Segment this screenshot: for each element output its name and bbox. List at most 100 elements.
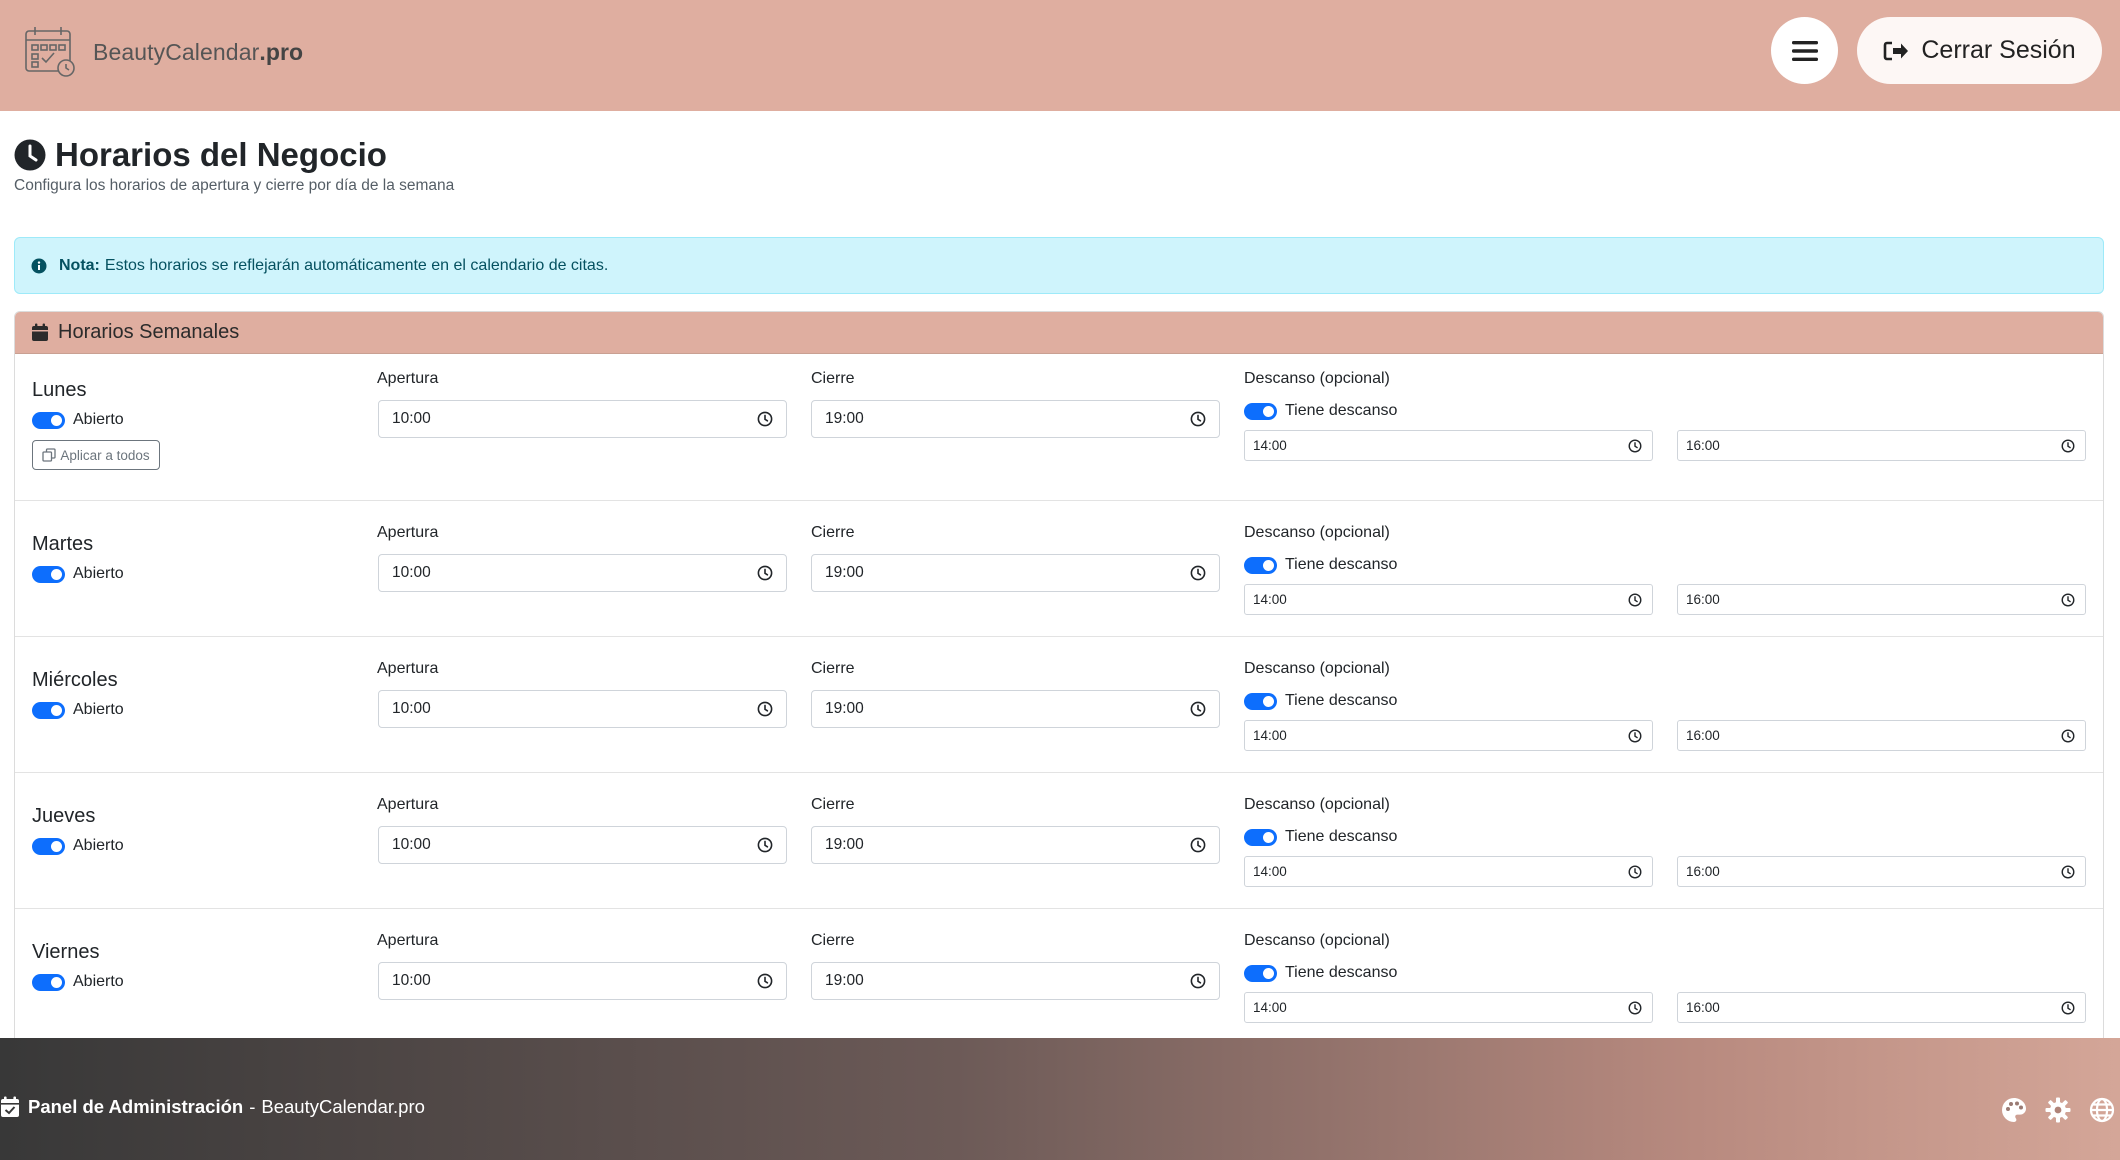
- open-toggle[interactable]: Abierto: [32, 973, 124, 991]
- clock-outline-icon: [757, 973, 773, 989]
- alert-label: Nota:: [59, 256, 100, 274]
- open-toggle[interactable]: Abierto: [32, 837, 124, 855]
- clock-outline-icon: [2061, 865, 2075, 878]
- break-label: Descanso (opcional): [1244, 796, 1390, 813]
- closing-time-value: 19:00: [825, 836, 864, 853]
- open-switch[interactable]: [32, 973, 65, 991]
- opening-time-value: 10:00: [392, 410, 431, 427]
- closing-time-input[interactable]: 19:00: [811, 962, 1220, 1000]
- break-label: Descanso (opcional): [1244, 370, 1390, 387]
- open-switch[interactable]: [32, 837, 65, 855]
- break-start-input[interactable]: 14:00: [1244, 720, 1653, 751]
- break-start-input[interactable]: 14:00: [1244, 856, 1653, 887]
- top-navbar: BeautyCalendar.pro Cerrar Sesión: [0, 0, 2120, 111]
- break-switch[interactable]: [1244, 964, 1277, 982]
- hamburger-menu-button[interactable]: [1771, 17, 1838, 84]
- page-title-text: Horarios del Negocio: [55, 136, 387, 173]
- gear-icon[interactable]: [2044, 1096, 2072, 1124]
- brand[interactable]: BeautyCalendar.pro: [24, 22, 303, 82]
- break-toggle[interactable]: Tiene descanso: [1244, 964, 1397, 982]
- opening-label: Apertura: [377, 796, 439, 813]
- card-header: Horarios Semanales: [15, 312, 2103, 354]
- break-switch[interactable]: [1244, 402, 1277, 420]
- alert-text: Estos horarios se reflejarán automáticam…: [104, 256, 609, 274]
- break-label: Descanso (opcional): [1244, 524, 1390, 541]
- card-title: Horarios Semanales: [58, 321, 240, 343]
- clock-outline-icon: [757, 837, 773, 853]
- open-switch[interactable]: [32, 565, 65, 583]
- break-switch[interactable]: [1244, 828, 1277, 846]
- break-switch[interactable]: [1244, 556, 1277, 574]
- break-label: Descanso (opcional): [1244, 660, 1390, 677]
- break-toggle[interactable]: Tiene descanso: [1244, 828, 1397, 846]
- logout-button[interactable]: Cerrar Sesión: [1857, 17, 2102, 84]
- break-end-input[interactable]: 16:00: [1677, 856, 2086, 887]
- sign-out-icon: [1884, 41, 1909, 60]
- closing-time-input[interactable]: 19:00: [811, 554, 1220, 592]
- calendar-icon: [32, 323, 48, 341]
- open-toggle[interactable]: Abierto: [32, 701, 124, 719]
- day-name: Jueves: [32, 805, 96, 827]
- closing-time-input[interactable]: 19:00: [811, 690, 1220, 728]
- break-toggle-label: Tiene descanso: [1285, 402, 1398, 419]
- break-start-value: 14:00: [1253, 864, 1287, 879]
- open-switch[interactable]: [32, 701, 65, 719]
- break-toggle-label: Tiene descanso: [1285, 692, 1398, 709]
- closing-time-input[interactable]: 19:00: [811, 826, 1220, 864]
- break-toggle[interactable]: Tiene descanso: [1244, 402, 1397, 420]
- break-end-input[interactable]: 16:00: [1677, 430, 2086, 461]
- opening-time-input[interactable]: 10:00: [378, 554, 787, 592]
- open-toggle[interactable]: Abierto: [32, 565, 124, 583]
- opening-time-input[interactable]: 10:00: [378, 962, 787, 1000]
- footer-separator: -: [249, 1096, 256, 1117]
- apply-all-label: Aplicar a todos: [60, 447, 150, 463]
- clock-outline-icon: [757, 701, 773, 717]
- clock-outline-icon: [1628, 865, 1642, 878]
- break-end-value: 16:00: [1686, 592, 1720, 607]
- apply-all-button[interactable]: Aplicar a todos: [32, 440, 160, 470]
- open-status-label: Abierto: [73, 565, 124, 582]
- open-switch[interactable]: [32, 411, 65, 429]
- clock-outline-icon: [1628, 1001, 1642, 1014]
- closing-time-input[interactable]: 19:00: [811, 400, 1220, 438]
- open-toggle[interactable]: Abierto: [32, 411, 124, 429]
- break-toggle-label: Tiene descanso: [1285, 828, 1398, 845]
- open-status-label: Abierto: [73, 411, 124, 428]
- break-start-input[interactable]: 14:00: [1244, 430, 1653, 461]
- footer-brand: Panel de Administración - BeautyCalendar…: [0, 1096, 425, 1118]
- clock-icon: [14, 139, 46, 171]
- closing-label: Cierre: [811, 932, 855, 949]
- break-end-input[interactable]: 16:00: [1677, 992, 2086, 1023]
- opening-time-input[interactable]: 10:00: [378, 826, 787, 864]
- clock-outline-icon: [2061, 593, 2075, 606]
- calendar-check-icon: [1, 1096, 19, 1117]
- break-start-input[interactable]: 14:00: [1244, 992, 1653, 1023]
- opening-time-input[interactable]: 10:00: [378, 690, 787, 728]
- calendar-logo-icon: [25, 27, 75, 77]
- break-start-value: 14:00: [1253, 728, 1287, 743]
- break-switch[interactable]: [1244, 692, 1277, 710]
- clock-outline-icon: [2061, 439, 2075, 452]
- opening-time-value: 10:00: [392, 836, 431, 853]
- break-start-input[interactable]: 14:00: [1244, 584, 1653, 615]
- clock-outline-icon: [2061, 1001, 2075, 1014]
- clock-outline-icon: [1628, 439, 1642, 452]
- clock-outline-icon: [1190, 565, 1206, 581]
- palette-icon[interactable]: [2000, 1096, 2028, 1124]
- closing-time-value: 19:00: [825, 410, 864, 427]
- globe-icon[interactable]: [2088, 1096, 2116, 1124]
- opening-time-input[interactable]: 10:00: [378, 400, 787, 438]
- brand-text: BeautyCalendar.pro: [93, 38, 304, 65]
- info-alert: Nota: Estos horarios se reflejarán autom…: [14, 237, 2104, 294]
- logout-label: Cerrar Sesión: [1921, 36, 2076, 64]
- clock-outline-icon: [757, 411, 773, 427]
- break-end-input[interactable]: 16:00: [1677, 584, 2086, 615]
- break-toggle[interactable]: Tiene descanso: [1244, 556, 1397, 574]
- closing-time-value: 19:00: [825, 564, 864, 581]
- break-end-input[interactable]: 16:00: [1677, 720, 2086, 751]
- break-toggle[interactable]: Tiene descanso: [1244, 692, 1397, 710]
- footer-icons: [2000, 1096, 2116, 1124]
- footer-site-name: BeautyCalendar.pro: [261, 1096, 425, 1117]
- opening-time-value: 10:00: [392, 700, 431, 717]
- break-start-value: 14:00: [1253, 1000, 1287, 1015]
